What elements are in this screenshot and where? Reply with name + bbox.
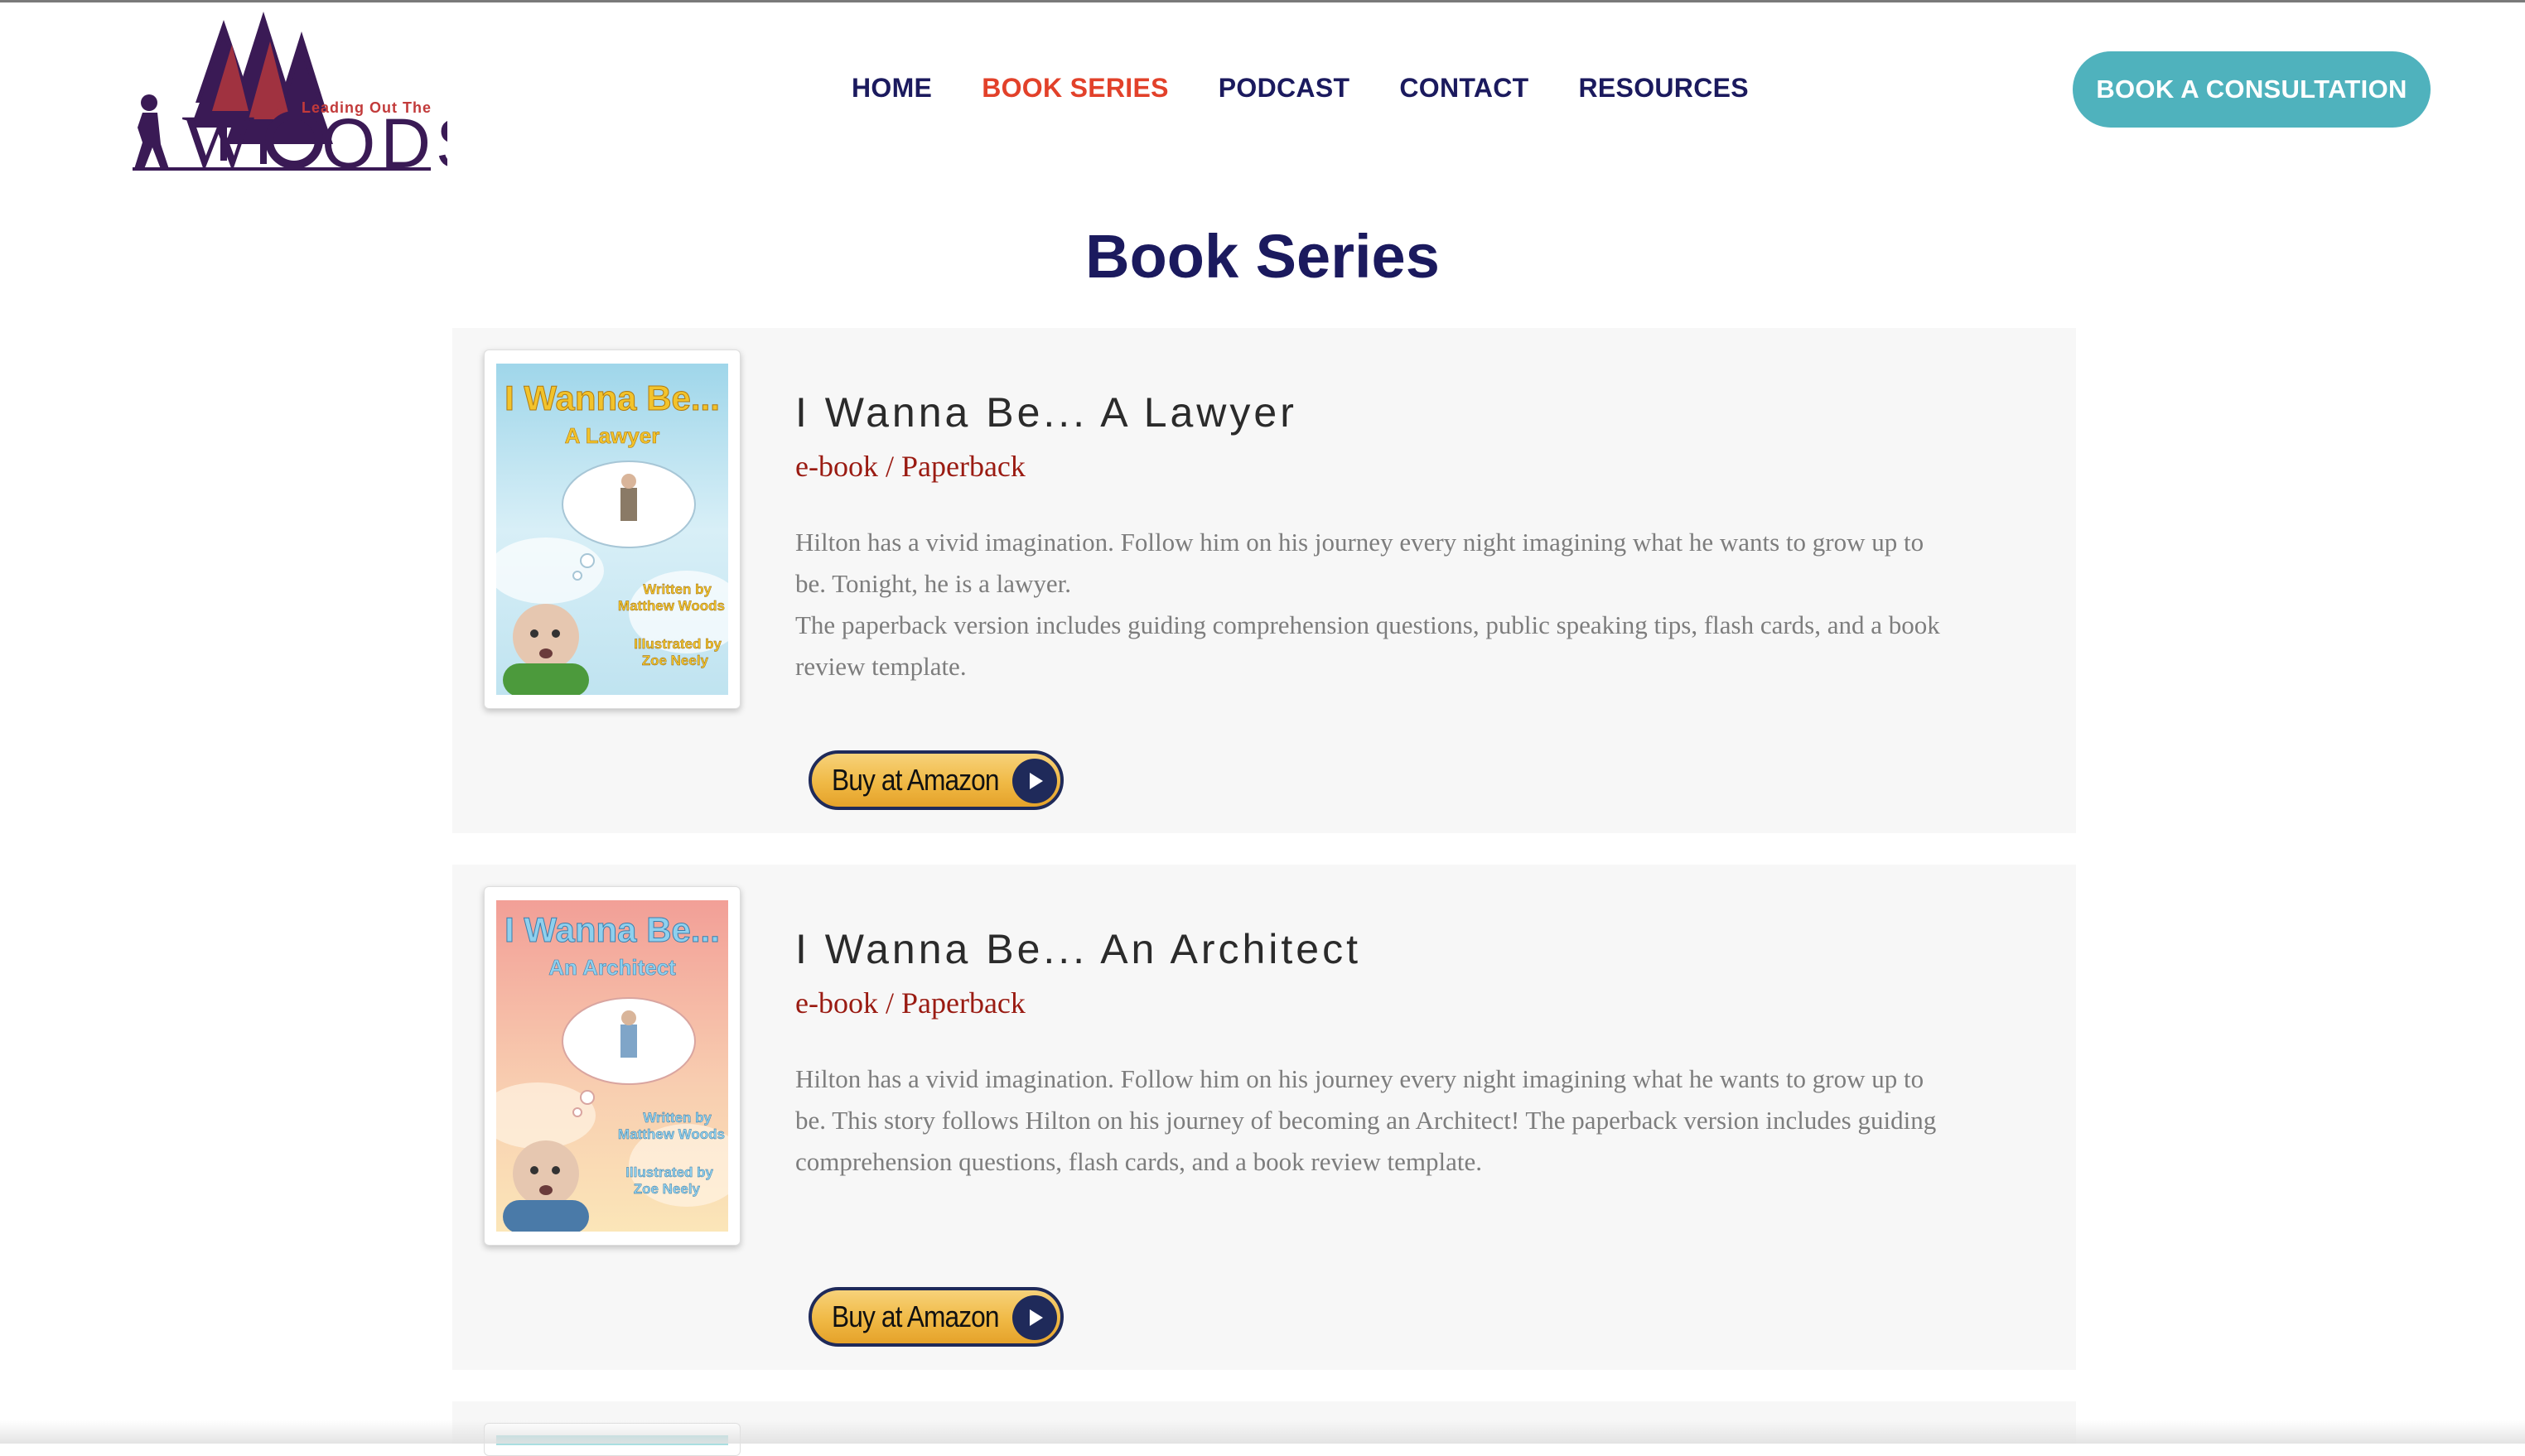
cover-author: Matthew Woods (618, 598, 725, 614)
format-separator: / (877, 450, 901, 483)
nav-resources[interactable]: RESOURCES (1579, 68, 1749, 108)
logo-brand-w: W (182, 99, 254, 174)
cover-illustration-architect: I Wanna Be... An Architect Written by Ma… (496, 900, 728, 1232)
book-formats: e-book / Paperback (795, 986, 1026, 1020)
top-border (0, 0, 2525, 2)
book-cover-architect[interactable]: I Wanna Be... An Architect Written by Ma… (484, 886, 741, 1246)
buy-at-amazon-button[interactable]: Buy at Amazon (809, 1287, 1064, 1347)
nav-book-series[interactable]: BOOK SERIES (982, 68, 1169, 108)
book-title: I Wanna Be... An Architect (795, 926, 1362, 972)
page-title: Book Series (1085, 222, 1440, 291)
book-consultation-button[interactable]: BOOK A CONSULTATION (2073, 51, 2431, 128)
cover-title: I Wanna Be... (505, 910, 720, 949)
book-description: Hilton has a vivid imagination. Follow h… (795, 1058, 1955, 1183)
play-arrow-icon (1012, 759, 1057, 803)
logo-tagline: Leading Out The (302, 99, 432, 116)
cover-subtitle: An Architect (548, 955, 676, 980)
cover-illustrator: Zoe Neely (642, 653, 709, 668)
format-separator: / (877, 986, 901, 1020)
ebook-link[interactable]: e-book (795, 450, 878, 483)
book-description: Hilton has a vivid imagination. Follow h… (795, 522, 1955, 687)
logo-graphic: W ODS Leading Out The (133, 12, 447, 174)
cover-written-by: Written by (643, 581, 712, 597)
cover-written-by: Written by (643, 1110, 712, 1126)
nav-podcast[interactable]: PODCAST (1219, 68, 1350, 108)
cover-title: I Wanna Be... (505, 378, 720, 417)
cover-illustrator: Zoe Neely (634, 1181, 701, 1197)
buy-at-amazon-label: Buy at Amazon (832, 1299, 1000, 1333)
scroll-fade (0, 1420, 2525, 1444)
cover-subtitle: A Lawyer (565, 423, 660, 448)
buy-at-amazon-button[interactable]: Buy at Amazon (809, 750, 1064, 810)
book-cover-lawyer[interactable]: I Wanna Be... A Lawyer Written by Matthe… (484, 350, 741, 709)
buy-at-amazon-label: Buy at Amazon (832, 763, 1000, 797)
nav-home[interactable]: HOME (852, 68, 932, 108)
description-paragraph: Hilton has a vivid imagination. Follow h… (795, 1064, 1937, 1176)
cover-illustrated-by: Illustrated by (625, 1164, 713, 1180)
book-title: I Wanna Be... A Lawyer (795, 389, 1297, 436)
site-logo[interactable]: W ODS Leading Out The (124, 12, 447, 174)
play-arrow-icon (1012, 1295, 1057, 1340)
ebook-link[interactable]: e-book (795, 986, 878, 1020)
cover-author: Matthew Woods (618, 1126, 725, 1142)
nav-contact[interactable]: CONTACT (1399, 68, 1528, 108)
paperback-link[interactable]: Paperback (901, 986, 1026, 1020)
book-formats: e-book / Paperback (795, 449, 1026, 484)
cover-illustrated-by: Illustrated by (634, 636, 722, 652)
description-paragraph: Hilton has a vivid imagination. Follow h… (795, 528, 1924, 598)
cover-illustration-lawyer: I Wanna Be... A Lawyer Written by Matthe… (496, 364, 728, 695)
book-card-architect: I Wanna Be... An Architect Written by Ma… (452, 865, 2076, 1370)
paperback-link[interactable]: Paperback (901, 450, 1026, 483)
description-paragraph: The paperback version includes guiding c… (795, 610, 1940, 681)
main-nav: HOME BOOK SERIES PODCAST CONTACT RESOURC… (852, 68, 1749, 108)
book-card-lawyer: I Wanna Be... A Lawyer Written by Matthe… (452, 328, 2076, 833)
